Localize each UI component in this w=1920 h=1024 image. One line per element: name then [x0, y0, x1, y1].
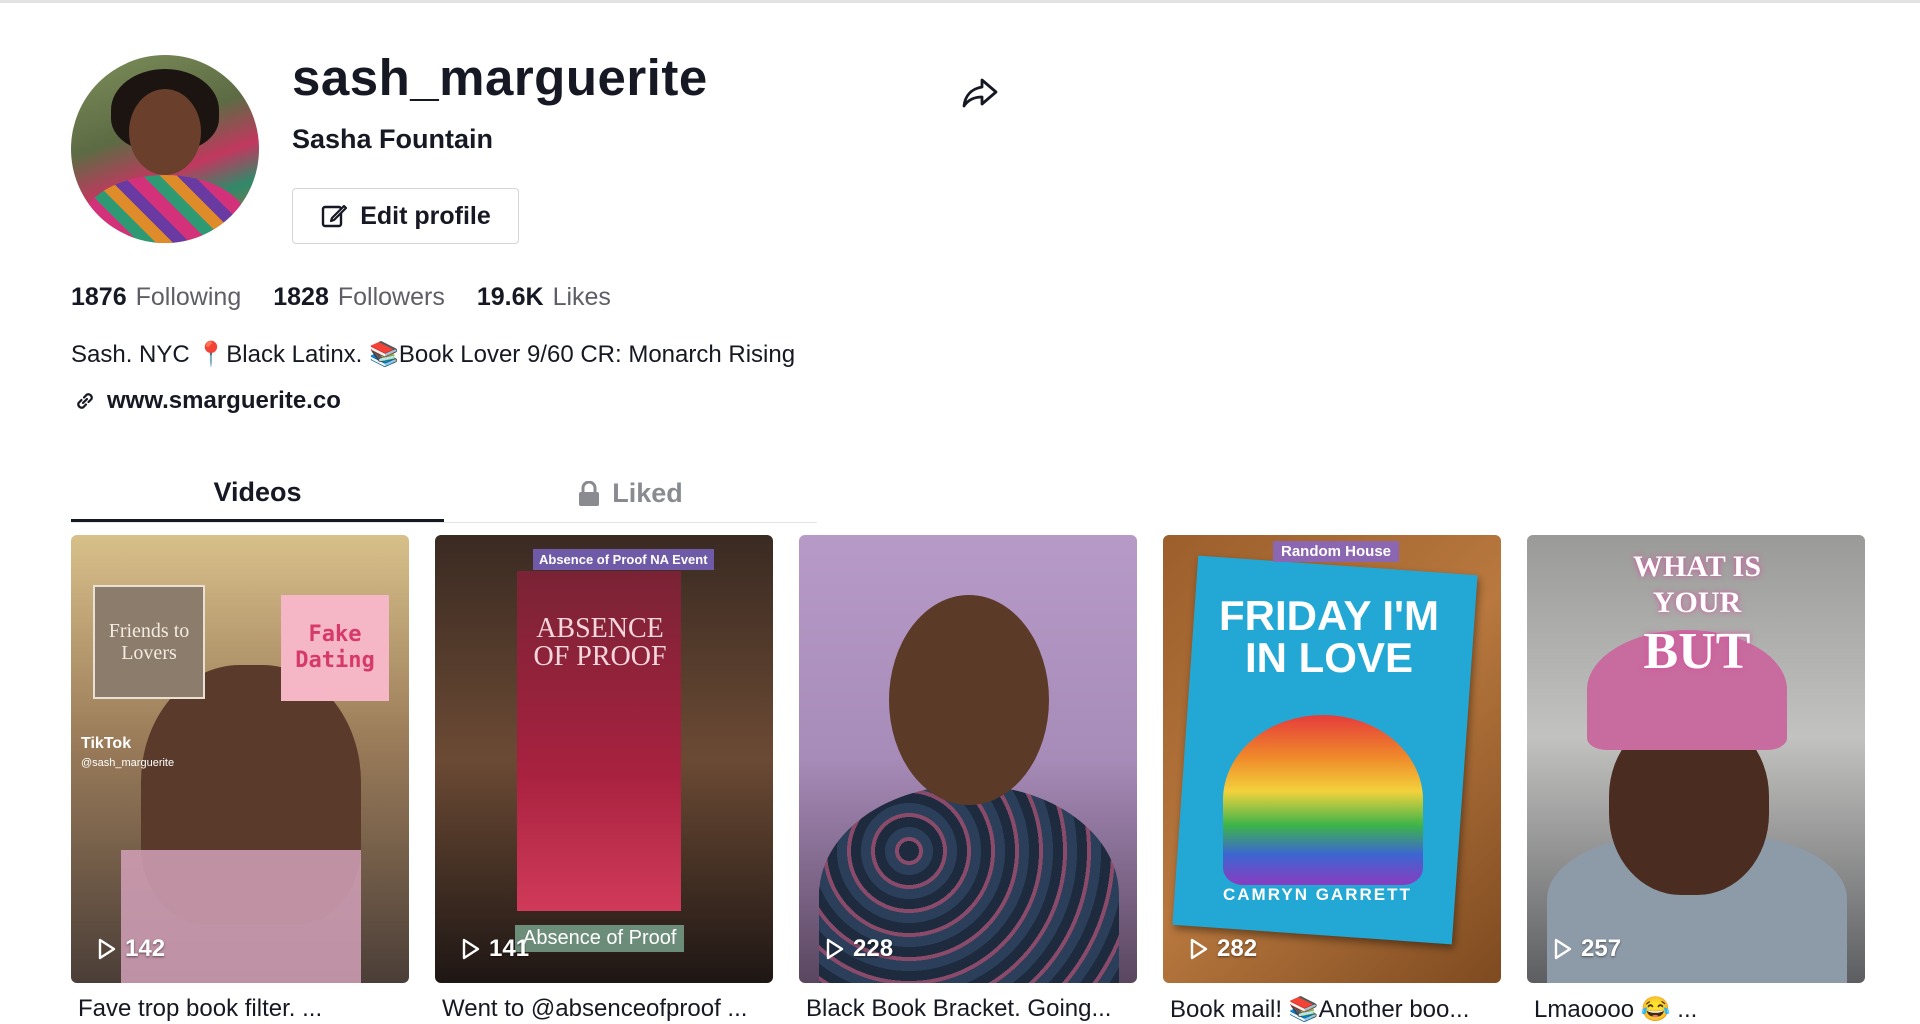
- overlay-tag: Random House: [1273, 541, 1400, 562]
- video-caption[interactable]: Lmaoooo 😂 ...: [1527, 995, 1865, 1024]
- play-icon: [462, 938, 480, 960]
- stat-label: Likes: [552, 283, 611, 311]
- play-icon: [98, 938, 116, 960]
- video-card[interactable]: FRIDAY I'M IN LOVE CAMRYN GARRETT Random…: [1163, 535, 1501, 1024]
- link-icon: [77, 393, 93, 409]
- view-count: 142: [97, 935, 165, 963]
- edit-icon: [322, 204, 348, 228]
- stat-label: Following: [135, 283, 242, 311]
- tab-liked[interactable]: Liked: [444, 465, 817, 522]
- edit-profile-button[interactable]: Edit profile: [292, 188, 519, 244]
- video-thumbnail[interactable]: Friends to Lovers Fake Dating TikTok @sa…: [71, 535, 409, 983]
- view-count-value: 282: [1217, 935, 1258, 962]
- view-count: 228: [825, 935, 893, 963]
- video-card[interactable]: 228 Black Book Bracket. Going...: [799, 535, 1137, 1024]
- sticker-text: Fake Dating: [281, 595, 389, 701]
- profile-tabs: Videos Liked: [71, 465, 817, 523]
- avatar[interactable]: [71, 55, 259, 243]
- video-card[interactable]: WHAT IS YOUR BUT 257 Lmaoooo 😂 ...: [1527, 535, 1865, 1024]
- profile-stats: 1876 Following 1828 Followers 19.6K Likes: [71, 283, 611, 312]
- view-count: 141: [461, 935, 529, 963]
- stat-following[interactable]: 1876 Following: [71, 283, 241, 312]
- view-count-value: 142: [125, 935, 166, 962]
- video-card[interactable]: Friends to Lovers Fake Dating TikTok @sa…: [71, 535, 409, 1024]
- video-card[interactable]: Absence of Proof NA Event ABSENCE OF PRO…: [435, 535, 773, 1024]
- stat-likes: 19.6K Likes: [477, 283, 611, 312]
- play-icon: [1554, 938, 1572, 960]
- nickname: Sasha Fountain: [292, 124, 494, 154]
- stat-value: 1876: [71, 283, 127, 311]
- view-count-value: 141: [489, 935, 530, 962]
- video-thumbnail[interactable]: WHAT IS YOUR BUT 257: [1527, 535, 1865, 983]
- book-author: CAMRYN GARRETT: [1223, 885, 1412, 904]
- video-thumbnail[interactable]: Absence of Proof NA Event ABSENCE OF PRO…: [435, 535, 773, 983]
- sticker-text: Friends to Lovers: [93, 585, 205, 699]
- profile-link[interactable]: www.smarguerite.co: [73, 387, 341, 415]
- lock-icon: [579, 480, 600, 506]
- tiktok-watermark: TikTok: [81, 735, 132, 752]
- overlay-text: Absence of Proof: [515, 925, 685, 952]
- play-icon: [826, 938, 844, 960]
- stat-value: 19.6K: [476, 283, 544, 311]
- view-count-value: 257: [1581, 935, 1622, 962]
- bio: Sash. NYC 📍Black Latinx. 📚Book Lover 9/6…: [71, 341, 796, 368]
- view-count: 257: [1553, 935, 1621, 963]
- profile-link-text: www.smarguerite.co: [107, 387, 341, 414]
- book-title: FRIDAY I'M IN LOVE: [1218, 592, 1440, 681]
- stat-value: 1828: [273, 283, 329, 311]
- stat-label: Followers: [337, 283, 445, 311]
- play-icon: [1190, 938, 1208, 960]
- view-count: 282: [1189, 935, 1257, 963]
- video-thumbnail[interactable]: 228: [799, 535, 1137, 983]
- edit-profile-label: Edit profile: [360, 201, 491, 230]
- video-caption[interactable]: Book mail! 📚Another boo...: [1163, 995, 1501, 1024]
- watermark-handle: @sash_marguerite: [81, 757, 175, 769]
- share-icon[interactable]: [958, 70, 1002, 114]
- tab-videos-label: Videos: [213, 476, 302, 507]
- overlay-text: WHAT IS YOUR BUT: [1632, 550, 1762, 680]
- video-grid: Friends to Lovers Fake Dating TikTok @sa…: [71, 535, 1865, 1024]
- stat-followers[interactable]: 1828 Followers: [273, 283, 445, 312]
- top-divider: [0, 0, 1920, 3]
- video-thumbnail[interactable]: FRIDAY I'M IN LOVE CAMRYN GARRETT Random…: [1163, 535, 1501, 983]
- tab-liked-label: Liked: [612, 478, 683, 508]
- username: sash_marguerite: [292, 49, 708, 106]
- poster-title: ABSENCE OF PROOF: [533, 613, 667, 672]
- view-count-value: 228: [853, 935, 894, 962]
- overlay-tag: Absence of Proof NA Event: [533, 549, 714, 570]
- tab-videos[interactable]: Videos: [71, 465, 444, 522]
